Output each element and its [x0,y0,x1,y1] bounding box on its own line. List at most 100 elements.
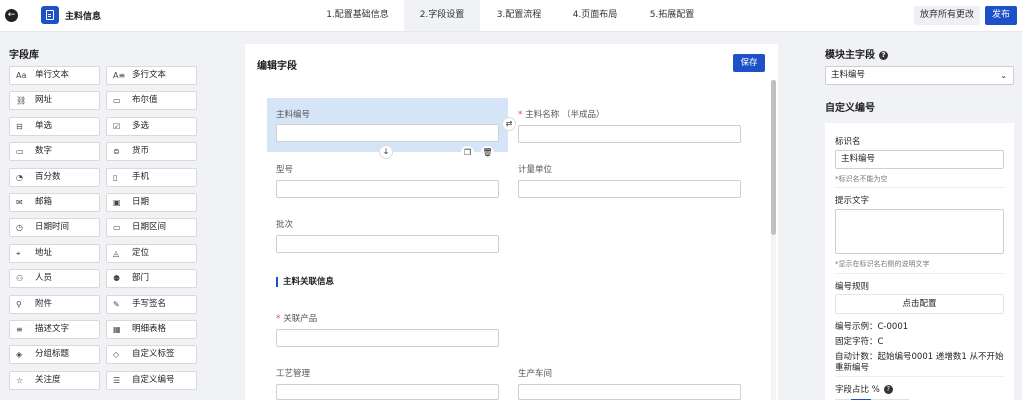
step-basic-info[interactable]: 1.配置基础信息 [319,0,396,31]
field-input-model[interactable] [276,180,499,198]
required-mark: * [276,314,281,324]
help-icon[interactable]: ? [883,385,893,394]
link-icon: ⛓ [16,96,27,106]
field-input-workshop[interactable] [518,384,741,400]
library-item-13[interactable]: ◷ 日期时间 [9,218,100,238]
step-page-layout[interactable]: 4.页面布局 [564,0,626,31]
name-input-value: 主料编号 [841,154,876,164]
step-workflow[interactable]: 3.配置流程 [488,0,550,31]
number-icon: ▭ [16,147,24,157]
publish-button[interactable]: 发布 [985,6,1017,25]
library-item-7[interactable]: ▭ 数字 [9,142,100,162]
field-input-material-name[interactable] [518,125,741,143]
library-item-5[interactable]: ⊟ 单选 [9,116,100,136]
library-item-26[interactable]: ☰ 自定义编号 [106,370,197,390]
divider [835,187,1004,188]
library-item-18[interactable]: ⚉ 部门 [106,269,197,289]
library-item-6[interactable]: ☑ 多选 [106,116,197,136]
number-example: 编号示例：C-0001 [835,322,909,332]
library-item-label: 多行文本 [132,70,167,80]
boolean-icon: ▭ [113,96,121,106]
library-item-label: 单选 [35,120,53,131]
library-item-12[interactable]: ▣ 日期 [106,193,197,212]
date-range-icon: ▭ [113,223,121,233]
configure-rule-button[interactable]: 点击配置 [835,294,1004,314]
signature-icon: ✎ [113,299,120,309]
field-input-batch[interactable] [276,235,499,253]
custom-number-settings: 标识名 主料编号 *标识名不能为空 提示文字 *显示在标识名右侧的说明文字 编号… [825,123,1014,400]
module-main-field-value: 主料编号 [831,70,866,80]
library-item-19[interactable]: ⚲ 附件 [9,294,100,314]
step-extension-config[interactable]: 5.拓展配置 [641,0,703,31]
field-input-process-management[interactable] [276,384,499,400]
save-button[interactable]: 保存 [733,54,765,72]
divider [835,273,1004,274]
library-item-label: 附件 [35,298,53,309]
step-field-settings[interactable]: 2.字段设置 [404,0,480,31]
library-item-9[interactable]: ◔ 百分数 [9,167,100,187]
field-label-batch: 批次 [276,220,294,230]
discard-changes-button[interactable]: 放弃所有更改 [914,6,980,25]
library-item-3[interactable]: ⛓ 网址 [9,91,100,111]
location-icon: ⌖ [16,248,21,258]
library-item-20[interactable]: ✎ 手写签名 [106,294,197,314]
mail-icon: ✉ [16,198,23,207]
library-item-4[interactable]: ▭ 布尔值 [106,91,197,111]
library-item-label: 货币 [132,146,150,157]
navigation-icon: ◬ [113,248,120,258]
library-item-22[interactable]: ▦ 明细表格 [106,320,197,339]
tag-icon: ◇ [113,350,120,360]
library-item-10[interactable]: ▯ 手机 [106,167,197,187]
library-item-label: 描述文字 [35,324,70,334]
description-icon: ≡ [16,325,23,334]
back-arrow-icon[interactable]: ← [5,9,18,22]
field-input-related-product[interactable] [276,329,499,347]
editor-scrollbar[interactable] [771,80,776,400]
library-item-label: 自定义编号 [132,374,175,385]
radio-icon: ⊟ [16,121,23,131]
app-title: 主料信息 [65,12,102,22]
checkbox-icon: ☑ [113,121,121,131]
top-bar: ← 主料信息 1.配置基础信息 2.字段设置 3.配置流程 4.页面布局 5.拓… [0,0,1022,32]
library-item-15[interactable]: ⌖ 地址 [9,243,100,263]
library-item-label: 定位 [132,247,150,258]
text-aa-icon: Aa [16,71,27,80]
divider [835,376,1004,377]
library-item-21[interactable]: ≡ 描述文字 [9,320,100,339]
library-item-label: 数字 [35,146,53,157]
library-item-label: 部门 [132,273,150,284]
clock-icon: ◷ [16,223,23,233]
move-down-icon[interactable]: ↓ [379,145,393,159]
prompt-textarea[interactable] [835,209,1004,254]
delete-icon[interactable]: 🗑 [481,146,494,159]
library-item-label: 邮箱 [35,197,53,207]
library-item-11[interactable]: ✉ 邮箱 [9,193,100,212]
library-item-17[interactable]: ⚇ 人员 [9,269,100,289]
copy-icon[interactable]: ❐ [461,146,474,159]
library-item-14[interactable]: ▭ 日期区间 [106,218,197,238]
module-main-field-select[interactable]: 主料编号 ⌄ [825,66,1014,85]
field-label-process-management: 工艺管理 [276,369,311,379]
auto-count-line2: 重新编号 [835,363,870,373]
library-item-23[interactable]: ◈ 分组标题 [9,345,100,365]
library-item-24[interactable]: ◇ 自定义标签 [106,345,197,365]
library-item-label: 日期区间 [132,222,167,233]
scrollbar-thumb[interactable] [771,80,776,235]
fixed-characters: 固定字符：C [835,337,884,347]
field-input-unit[interactable] [518,180,741,198]
field-label-unit: 计量单位 [518,165,553,175]
swap-icon[interactable]: ⇄ [502,117,516,131]
library-item-label: 手写签名 [132,298,167,309]
field-input-material-code[interactable] [276,124,499,142]
library-item-label: 百分数 [35,171,61,182]
help-icon[interactable]: ? [879,51,888,60]
library-item-25[interactable]: ☆ 关注度 [9,370,100,390]
library-item-2[interactable]: A≡ 多行文本 [106,66,197,85]
library-item-16[interactable]: ◬ 定位 [106,243,197,263]
name-input[interactable]: 主料编号 [835,150,1004,169]
library-item-label: 地址 [35,247,53,258]
field-label-material-code: 主料编号 [276,110,311,120]
library-item-1[interactable]: Aa 单行文本 [9,66,100,85]
library-item-8[interactable]: ⊜ 货币 [106,142,197,162]
currency-icon: ⊜ [113,147,120,157]
